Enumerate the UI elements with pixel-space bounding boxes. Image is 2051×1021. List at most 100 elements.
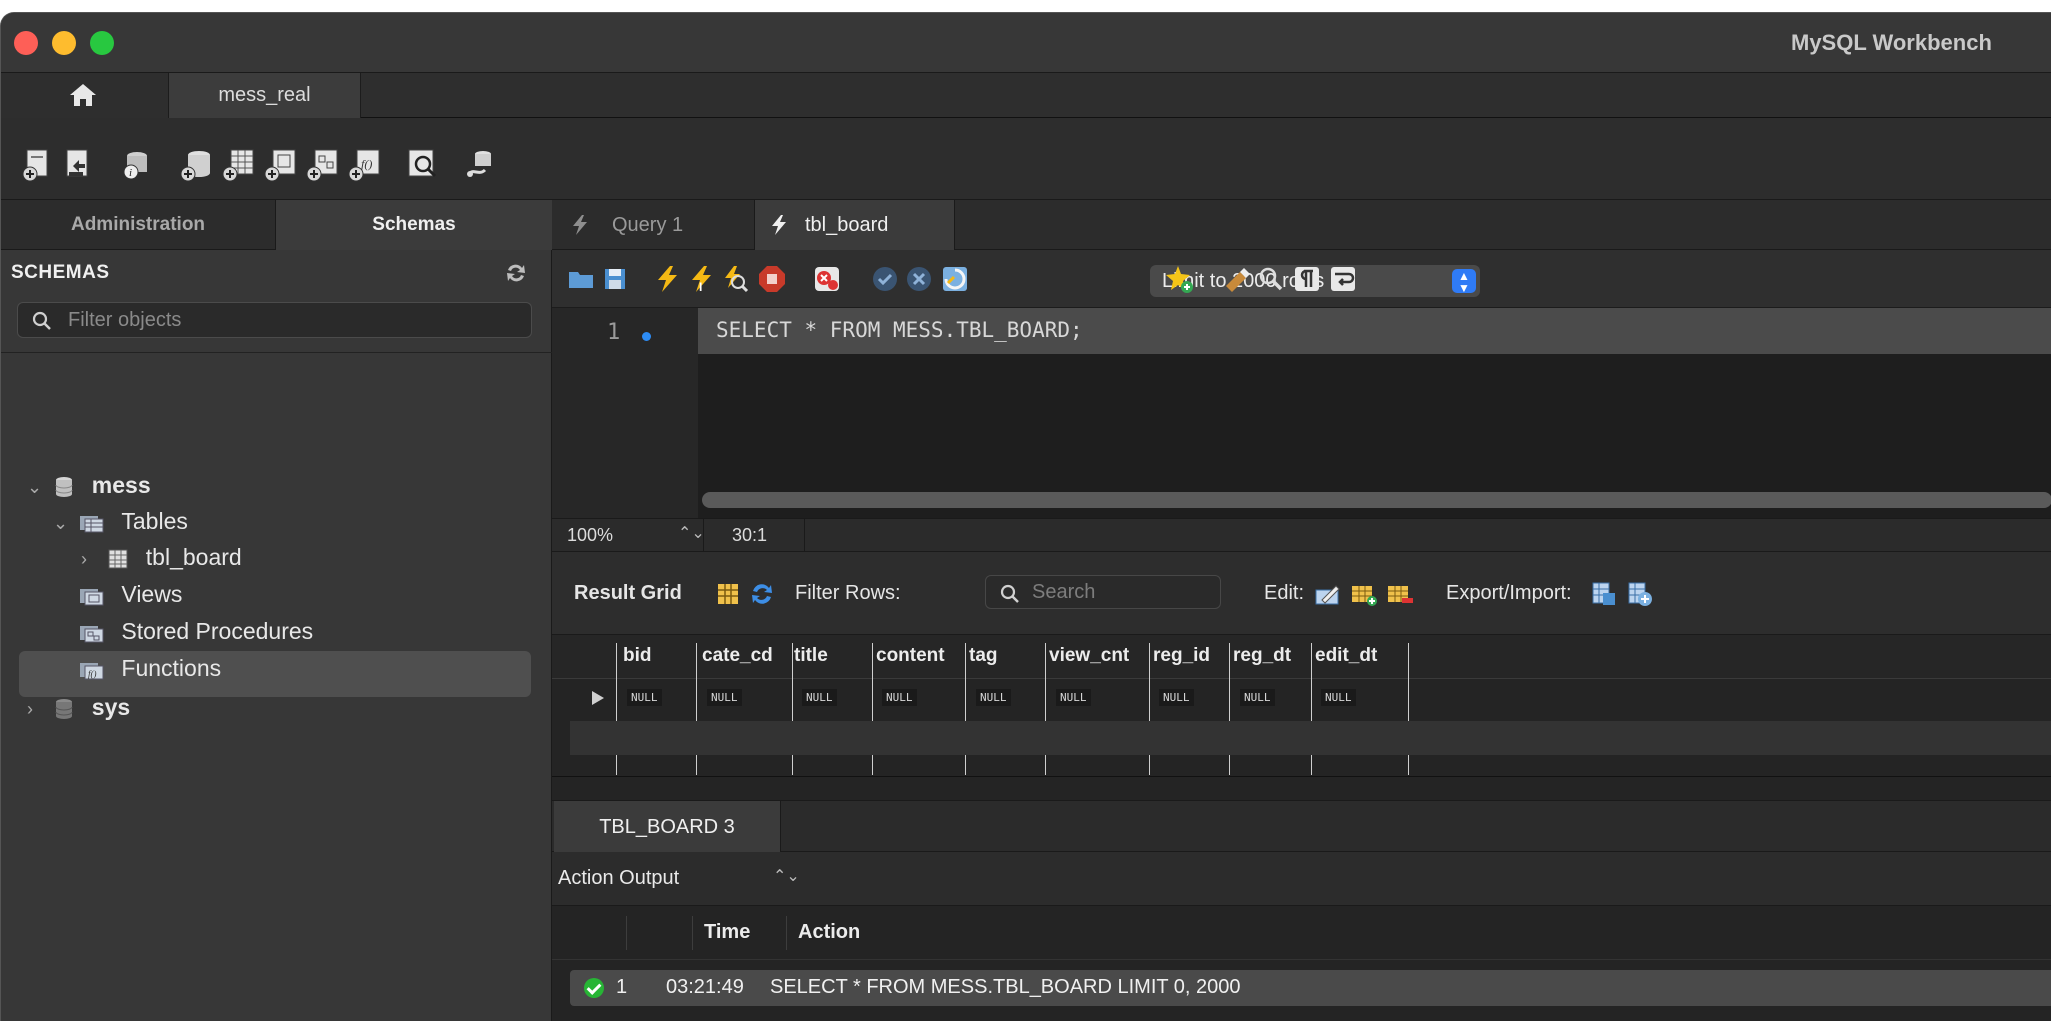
filter-rows-input[interactable] [1032, 576, 1212, 608]
output-row[interactable]: 1 03:21:49 SELECT * FROM MESS.TBL_BOARD … [570, 970, 2051, 1006]
sql-statement[interactable]: SELECT * FROM MESS.TBL_BOARD; [716, 318, 1083, 342]
tree-item-stored-procedures[interactable]: Stored Procedures [79, 610, 313, 652]
tab-result-tbl-board-3[interactable]: TBL_BOARD 3 [554, 801, 781, 853]
open-sql-script-icon[interactable] [61, 146, 97, 182]
table-search-icon[interactable] [405, 146, 441, 182]
column-divider[interactable] [1311, 643, 1312, 775]
grid-view-icon[interactable] [714, 580, 742, 608]
tab-label: tbl_board [805, 214, 889, 236]
result-toolbar: Result Grid Filter Rows: Edit: Export/Im… [552, 552, 2051, 634]
tab-label: Query 1 [612, 214, 684, 236]
refresh-icon[interactable] [504, 262, 528, 284]
create-schema-icon[interactable] [179, 146, 215, 182]
refresh-icon[interactable] [748, 580, 776, 608]
invisible-chars-icon[interactable] [1292, 264, 1322, 294]
connection-tab-mess-real[interactable]: mess_real [169, 73, 361, 118]
column-header[interactable]: tag [969, 645, 998, 667]
chevron-down-icon[interactable]: ⌄ [27, 466, 47, 508]
column-divider[interactable] [1149, 643, 1150, 775]
column-divider[interactable] [872, 643, 873, 775]
tab-query-1[interactable]: Query 1 [552, 200, 755, 250]
save-icon[interactable] [600, 264, 630, 294]
folder-functions-icon: f() [80, 662, 104, 680]
horizontal-scrollbar[interactable] [702, 492, 2051, 508]
find-icon[interactable] [1256, 264, 1286, 294]
column-divider[interactable] [1408, 643, 1409, 775]
column-header[interactable]: cate_cd [702, 645, 773, 667]
column-divider[interactable] [1045, 643, 1046, 775]
output-selector[interactable]: Action Output [558, 867, 679, 890]
column-header[interactable]: bid [623, 645, 652, 667]
column-header[interactable]: view_cnt [1049, 645, 1129, 667]
execute-current-icon[interactable]: I [686, 264, 716, 294]
filter-objects-input[interactable] [68, 303, 518, 337]
chevron-updown-icon[interactable]: ⌃⌄ [678, 523, 705, 543]
table-cell-null[interactable]: NULL [1321, 689, 1356, 706]
result-grid-label[interactable]: Result Grid [574, 582, 682, 605]
export-icon[interactable] [1590, 580, 1618, 608]
new-sql-tab-icon[interactable] [21, 146, 57, 182]
delete-row-icon[interactable] [1386, 580, 1414, 608]
execute-icon[interactable] [652, 264, 682, 294]
create-function-icon[interactable]: f() [347, 146, 383, 182]
tab-schemas[interactable]: Schemas [276, 200, 552, 250]
column-header[interactable]: reg_dt [1233, 645, 1291, 667]
chevron-right-icon[interactable]: › [27, 688, 47, 730]
zoom-window-button[interactable] [90, 31, 114, 55]
stop-icon[interactable] [757, 264, 787, 294]
table-cell-null[interactable]: NULL [802, 689, 837, 706]
home-tab[interactable] [1, 73, 169, 118]
stop-on-error-icon[interactable] [812, 264, 842, 294]
explain-icon[interactable] [720, 264, 750, 294]
create-procedure-icon[interactable] [305, 146, 341, 182]
tree-item-tbl-board[interactable]: › tbl_board [81, 536, 242, 578]
column-header[interactable]: content [876, 645, 945, 667]
tree-item-views[interactable]: Views [79, 573, 182, 615]
result-grid[interactable]: bid cate_cd title content tag view_cnt r… [552, 634, 2051, 782]
column-header[interactable]: title [794, 645, 828, 667]
table-cell-null[interactable]: NULL [976, 689, 1011, 706]
create-view-icon[interactable] [263, 146, 299, 182]
reconnect-icon[interactable] [463, 146, 499, 182]
close-window-button[interactable] [14, 31, 38, 55]
table-cell-null[interactable]: NULL [1159, 689, 1194, 706]
add-row-icon[interactable] [1350, 580, 1378, 608]
filter-objects-field[interactable] [17, 302, 532, 338]
beautify-icon[interactable] [1222, 264, 1252, 294]
edit-cell-icon[interactable] [1314, 580, 1342, 608]
chevron-down-icon[interactable]: ⌄ [53, 502, 73, 544]
tab-tbl-board[interactable]: tbl_board [755, 200, 955, 250]
tree-item-schema-sys[interactable]: › sys [27, 686, 130, 728]
editor-area: Query 1 tbl_board I Limit to 2000 rows ▲… [552, 200, 2051, 1021]
wrap-lines-icon[interactable] [1328, 264, 1358, 294]
autocommit-icon[interactable] [940, 264, 970, 294]
tree-item-functions[interactable]: f() Functions [79, 647, 221, 689]
create-table-icon[interactable] [221, 146, 257, 182]
sql-code-editor[interactable]: 1 SELECT * FROM MESS.TBL_BOARD; [552, 308, 2051, 518]
column-divider[interactable] [792, 643, 793, 775]
filter-rows-search[interactable] [985, 575, 1221, 609]
table-row-empty[interactable] [570, 721, 2051, 755]
commit-icon[interactable] [870, 264, 900, 294]
add-snippet-icon[interactable] [1164, 264, 1194, 294]
column-divider[interactable] [965, 643, 966, 775]
table-cell-null[interactable]: NULL [707, 689, 742, 706]
tab-administration[interactable]: Administration [1, 200, 276, 250]
window-title: MySQL Workbench [1791, 30, 1992, 55]
minimize-window-button[interactable] [52, 31, 76, 55]
rollback-icon[interactable] [904, 264, 934, 294]
column-header[interactable]: edit_dt [1315, 645, 1377, 667]
column-header[interactable]: reg_id [1153, 645, 1210, 667]
import-icon[interactable] [1626, 580, 1654, 608]
open-folder-icon[interactable] [566, 264, 596, 294]
chevron-updown-icon[interactable]: ⌃⌄ [773, 866, 800, 886]
table-cell-null[interactable]: NULL [882, 689, 917, 706]
table-cell-null[interactable]: NULL [1056, 689, 1091, 706]
column-divider[interactable] [616, 643, 617, 775]
zoom-level[interactable]: 100% [567, 525, 613, 546]
inspector-icon[interactable]: i [119, 146, 155, 182]
table-cell-null[interactable]: NULL [1240, 689, 1275, 706]
column-divider[interactable] [696, 643, 697, 775]
table-cell-null[interactable]: NULL [627, 689, 662, 706]
column-divider[interactable] [1229, 643, 1230, 775]
